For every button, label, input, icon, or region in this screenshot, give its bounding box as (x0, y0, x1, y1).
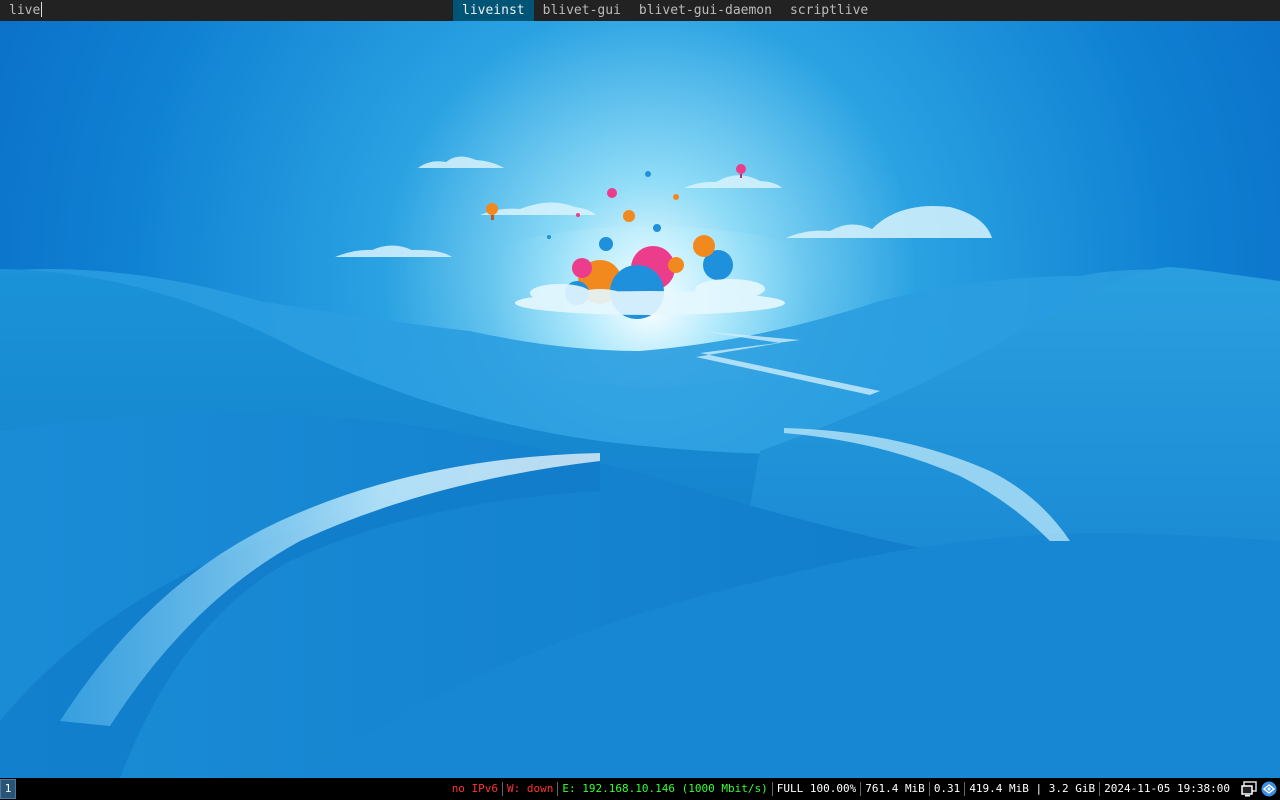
dmenu-item-scriptlive[interactable]: scriptlive (781, 0, 877, 21)
workspace-button-1[interactable]: 1 (0, 779, 16, 799)
status-bar: 1 no IPv6 W: down E: 192.168.10.146 (100… (0, 778, 1280, 800)
desktop-wallpaper (0, 21, 1280, 778)
load-status: 0.31 (933, 782, 961, 795)
network-manager-icon[interactable] (1261, 781, 1277, 797)
dmenu-bar: live liveinst blivet-gui blivet-gui-daem… (0, 0, 1280, 21)
dmenu-input-text: live (9, 3, 41, 18)
dmenu-items: liveinst blivet-gui blivet-gui-daemon sc… (453, 0, 877, 21)
dmenu-item-blivet-gui-daemon[interactable]: blivet-gui-daemon (630, 0, 781, 21)
ipv6-status: no IPv6 (451, 782, 499, 795)
ethernet-status: E: 192.168.10.146 (1000 Mbit/s) (562, 782, 768, 795)
disk-status: 419.4 MiB | 3.2 GiB (969, 782, 1096, 795)
dmenu-item-blivet-gui[interactable]: blivet-gui (534, 0, 630, 21)
memory-status: 761.4 MiB (865, 782, 925, 795)
dmenu-item-liveinst[interactable]: liveinst (453, 0, 534, 21)
status-line: no IPv6 W: down E: 192.168.10.146 (1000 … (448, 778, 1234, 800)
dmenu-input[interactable]: live (9, 0, 43, 21)
text-cursor (41, 2, 43, 17)
datetime-status: 2024-11-05 19:38:00 (1104, 782, 1230, 795)
monitor-icon[interactable] (1241, 781, 1257, 797)
battery-status: FULL 100.00% (776, 782, 857, 795)
wireless-status: W: down (507, 782, 554, 795)
